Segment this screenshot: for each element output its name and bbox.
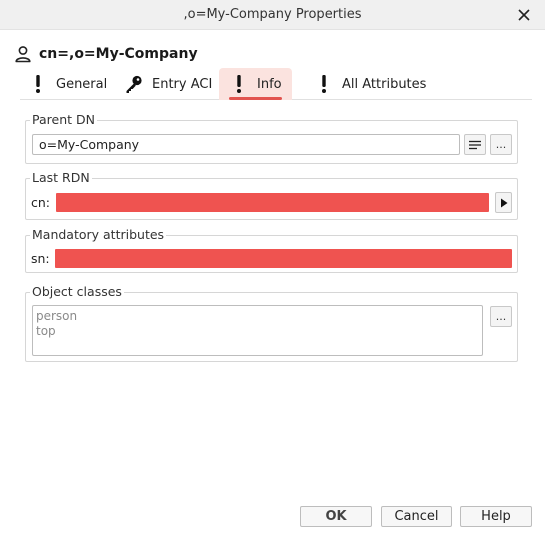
key-icon bbox=[124, 73, 144, 95]
parent-dn-browse-button[interactable]: ... bbox=[490, 134, 512, 155]
entry-header: cn=,o=My-Company bbox=[14, 44, 198, 64]
title-bar: ,o=My-Company Properties bbox=[0, 0, 545, 30]
tab-general[interactable]: General bbox=[28, 68, 107, 100]
help-button[interactable]: Help bbox=[460, 506, 532, 527]
mandatory-legend: Mandatory attributes bbox=[30, 227, 167, 242]
tab-label: All Attributes bbox=[342, 76, 427, 92]
close-button[interactable] bbox=[515, 6, 533, 24]
play-icon bbox=[500, 198, 507, 207]
exclamation-icon bbox=[229, 73, 249, 95]
tab-bar: General Entry ACI Info All Attributes bbox=[20, 68, 532, 100]
list-item: top bbox=[36, 324, 56, 338]
last-rdn-legend: Last RDN bbox=[30, 170, 92, 185]
ok-button[interactable]: OK bbox=[300, 506, 372, 527]
mandatory-attributes-group: Mandatory attributes sn: bbox=[25, 227, 518, 273]
sn-value-input[interactable] bbox=[55, 249, 512, 268]
cancel-button[interactable]: Cancel bbox=[381, 506, 452, 527]
tab-all-attributes[interactable]: All Attributes bbox=[314, 68, 426, 100]
user-icon bbox=[15, 46, 31, 63]
close-icon bbox=[518, 9, 530, 21]
parent-dn-input[interactable]: o=My-Company bbox=[32, 134, 460, 155]
exclamation-icon bbox=[314, 73, 334, 95]
list-icon bbox=[469, 140, 481, 149]
object-classes-edit-button[interactable]: ... bbox=[490, 306, 512, 327]
rdn-attr-label: cn: bbox=[31, 195, 51, 210]
rdn-add-button[interactable] bbox=[495, 192, 512, 213]
object-classes-list[interactable]: person top bbox=[32, 305, 483, 356]
tab-label: Info bbox=[257, 76, 282, 92]
mandatory-attr-label: sn: bbox=[31, 251, 50, 266]
window-title: ,o=My-Company Properties bbox=[183, 7, 362, 22]
parent-dn-legend: Parent DN bbox=[30, 112, 97, 127]
list-item: person bbox=[36, 309, 78, 323]
entry-dn: cn=,o=My-Company bbox=[39, 46, 198, 62]
parent-dn-list-button[interactable] bbox=[464, 134, 486, 155]
exclamation-icon bbox=[28, 73, 48, 95]
last-rdn-group: Last RDN cn: bbox=[25, 170, 518, 220]
tab-info[interactable]: Info bbox=[219, 68, 292, 100]
rdn-value-input[interactable] bbox=[56, 193, 489, 212]
tab-entry-aci[interactable]: Entry ACI bbox=[124, 68, 212, 100]
tab-label: General bbox=[56, 76, 108, 92]
parent-dn-group: Parent DN o=My-Company ... bbox=[25, 112, 518, 164]
object-classes-legend: Object classes bbox=[30, 284, 124, 299]
object-classes-group: Object classes person top ... bbox=[25, 284, 518, 362]
tab-label: Entry ACI bbox=[152, 76, 213, 92]
